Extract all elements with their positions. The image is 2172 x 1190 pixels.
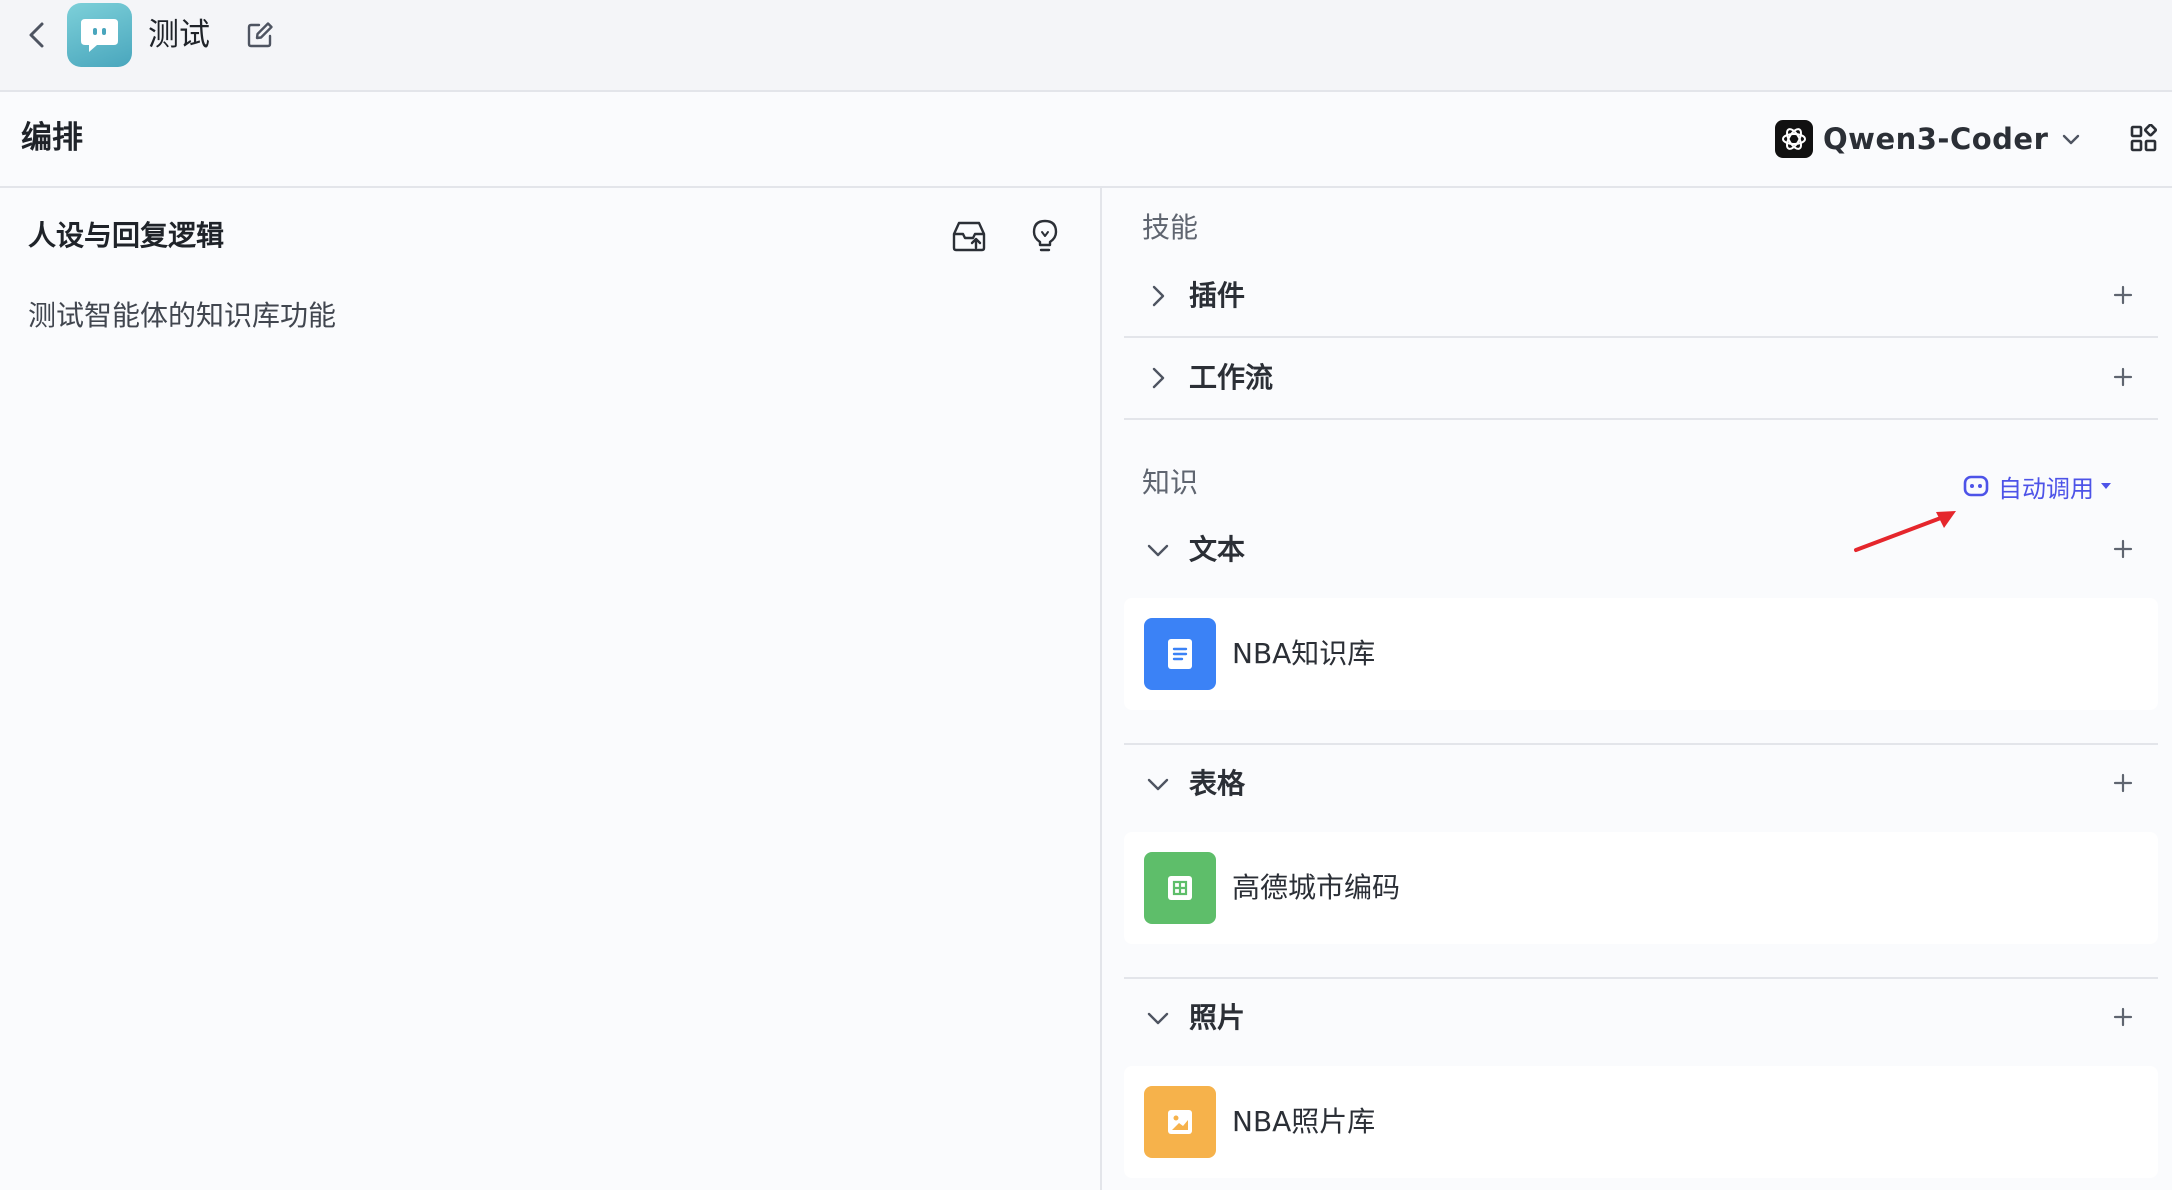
chevron-right-icon bbox=[1152, 367, 1165, 389]
knowledge-group-label: 照片 bbox=[1189, 1001, 1246, 1034]
add-workflow-icon[interactable] bbox=[2108, 362, 2138, 392]
optimize-prompt-icon[interactable] bbox=[950, 218, 988, 254]
model-selector[interactable]: Qwen3-Coder bbox=[1775, 114, 2082, 164]
knowledge-item-name: 高德城市编码 bbox=[1232, 871, 1401, 904]
robot-icon bbox=[1963, 475, 1989, 497]
edit-icon[interactable] bbox=[245, 20, 275, 50]
skills-knowledge-panel: 技能 插件 工作流 知识 自动调用 文本 NBA知识库 表格 高德城市编码 照片… bbox=[1102, 188, 2172, 1190]
knowledge-group-label: 文本 bbox=[1189, 533, 1246, 566]
lightbulb-icon[interactable] bbox=[1028, 218, 1062, 254]
add-photo-knowledge-icon[interactable] bbox=[2108, 1002, 2138, 1032]
knowledge-item-card[interactable]: NBA知识库 bbox=[1124, 598, 2158, 710]
model-name: Qwen3-Coder bbox=[1823, 122, 2049, 156]
auto-call-label: 自动调用 bbox=[1998, 474, 2094, 503]
chevron-down-icon bbox=[1147, 778, 1169, 791]
persona-panel: 人设与回复逻辑 测试智能体的知识库功能 bbox=[0, 188, 1102, 1190]
skill-row-workflow[interactable]: 工作流 bbox=[1124, 338, 2158, 420]
document-icon bbox=[1144, 618, 1216, 690]
caret-down-icon bbox=[2101, 483, 2111, 489]
knowledge-item-card[interactable]: NBA照片库 bbox=[1124, 1066, 2158, 1178]
chevron-down-icon bbox=[1147, 544, 1169, 557]
knowledge-group-photo[interactable]: 照片 bbox=[1124, 978, 2158, 1058]
image-icon bbox=[1144, 1086, 1216, 1158]
add-plugin-icon[interactable] bbox=[2108, 280, 2138, 310]
knowledge-group-label: 表格 bbox=[1189, 767, 1246, 800]
skill-row-label: 工作流 bbox=[1189, 361, 1274, 394]
app-top-bar: 测试 bbox=[0, 0, 2172, 92]
persona-title: 人设与回复逻辑 bbox=[28, 219, 225, 252]
skill-row-plugins[interactable]: 插件 bbox=[1124, 256, 2158, 338]
knowledge-item-name: NBA知识库 bbox=[1232, 637, 1376, 670]
knowledge-item-name: NBA照片库 bbox=[1232, 1105, 1376, 1138]
add-text-knowledge-icon[interactable] bbox=[2108, 534, 2138, 564]
chat-bubble-icon bbox=[81, 19, 118, 52]
app-title: 测试 bbox=[148, 17, 210, 53]
orchestration-header: 编排 Qwen3-Coder bbox=[0, 92, 2172, 188]
back-arrow-icon[interactable] bbox=[20, 18, 54, 52]
chevron-down-icon bbox=[2063, 134, 2080, 145]
table-icon bbox=[1144, 852, 1216, 924]
prompt-text[interactable]: 测试智能体的知识库功能 bbox=[28, 296, 336, 336]
layout-grid-icon[interactable] bbox=[2129, 124, 2159, 154]
auto-call-dropdown[interactable]: 自动调用 bbox=[1962, 466, 2114, 506]
knowledge-group-label: 知识 bbox=[1142, 466, 1199, 499]
skill-row-label: 插件 bbox=[1189, 279, 1246, 312]
section-title: 编排 bbox=[21, 120, 83, 156]
knowledge-group-table[interactable]: 表格 bbox=[1124, 744, 2158, 824]
knowledge-item-card[interactable]: 高德城市编码 bbox=[1124, 832, 2158, 944]
model-logo-icon bbox=[1775, 120, 1813, 158]
chevron-down-icon bbox=[1147, 1012, 1169, 1025]
add-table-knowledge-icon[interactable] bbox=[2108, 768, 2138, 798]
knowledge-group-text[interactable]: 文本 bbox=[1124, 510, 2158, 590]
app-avatar bbox=[67, 3, 132, 67]
skills-group-label: 技能 bbox=[1142, 211, 1199, 244]
chevron-right-icon bbox=[1152, 285, 1165, 307]
